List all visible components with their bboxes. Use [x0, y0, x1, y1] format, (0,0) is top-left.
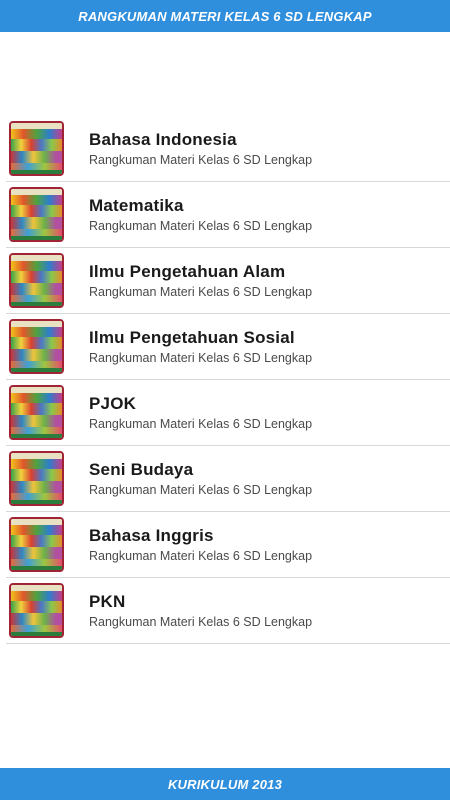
- list-item-title: PJOK: [89, 394, 137, 413]
- list-item-pjok[interactable]: PJOK Rangkuman Materi Kelas 6 SD Lengkap: [6, 380, 450, 446]
- book-cover-thumbnail-icon: [9, 385, 64, 440]
- bottom-banner: KURIKULUM 2013: [0, 768, 450, 800]
- list-item-bahasa-inggris[interactable]: Bahasa Inggris Rangkuman Materi Kelas 6 …: [6, 512, 450, 578]
- book-cover-thumbnail-icon: [9, 121, 64, 176]
- app-screen: RANGKUMAN MATERI KELAS 6 SD LENGKAP Baha…: [0, 0, 450, 800]
- list-item-title: Ilmu Pengetahuan Alam: [89, 262, 286, 281]
- book-cover-thumbnail-icon: [9, 517, 64, 572]
- list-item-subtitle: Rangkuman Materi Kelas 6 SD Lengkap: [89, 483, 313, 497]
- list-item-ipa[interactable]: Ilmu Pengetahuan Alam Rangkuman Materi K…: [6, 248, 450, 314]
- list-item-subtitle: Rangkuman Materi Kelas 6 SD Lengkap: [89, 285, 313, 299]
- list-item-title: Bahasa Inggris: [89, 526, 214, 545]
- list-item-title: Ilmu Pengetahuan Sosial: [89, 328, 295, 347]
- list-item-pkn[interactable]: PKN Rangkuman Materi Kelas 6 SD Lengkap: [6, 578, 450, 644]
- list-item-subtitle: Rangkuman Materi Kelas 6 SD Lengkap: [89, 615, 313, 629]
- list-item-seni-budaya[interactable]: Seni Budaya Rangkuman Materi Kelas 6 SD …: [6, 446, 450, 512]
- list-item-title: PKN: [89, 592, 126, 611]
- list-item-subtitle: Rangkuman Materi Kelas 6 SD Lengkap: [89, 219, 313, 233]
- list-item-subtitle: Rangkuman Materi Kelas 6 SD Lengkap: [89, 351, 313, 365]
- list-item-matematika[interactable]: Matematika Rangkuman Materi Kelas 6 SD L…: [6, 182, 450, 248]
- list-item-subtitle: Rangkuman Materi Kelas 6 SD Lengkap: [89, 153, 313, 167]
- book-cover-thumbnail-icon: [9, 319, 64, 374]
- book-cover-thumbnail-icon: [9, 451, 64, 506]
- list-item-title: Matematika: [89, 196, 184, 215]
- list-item-title: Bahasa Indonesia: [89, 130, 237, 149]
- book-cover-thumbnail-icon: [9, 187, 64, 242]
- list-item-bahasa-indonesia[interactable]: Bahasa Indonesia Rangkuman Materi Kelas …: [6, 116, 450, 182]
- app-title: RANGKUMAN MATERI KELAS 6 SD LENGKAP: [78, 8, 372, 24]
- book-cover-thumbnail-icon: [9, 583, 64, 638]
- list-item-subtitle: Rangkuman Materi Kelas 6 SD Lengkap: [89, 549, 313, 563]
- list-item-subtitle: Rangkuman Materi Kelas 6 SD Lengkap: [89, 417, 313, 431]
- top-app-bar: RANGKUMAN MATERI KELAS 6 SD LENGKAP: [0, 0, 450, 32]
- list-item-title: Seni Budaya: [89, 460, 194, 479]
- subject-list: Bahasa Indonesia Rangkuman Materi Kelas …: [0, 116, 450, 644]
- list-item-ips[interactable]: Ilmu Pengetahuan Sosial Rangkuman Materi…: [6, 314, 450, 380]
- curriculum-label: KURIKULUM 2013: [167, 776, 283, 792]
- book-cover-thumbnail-icon: [9, 253, 64, 308]
